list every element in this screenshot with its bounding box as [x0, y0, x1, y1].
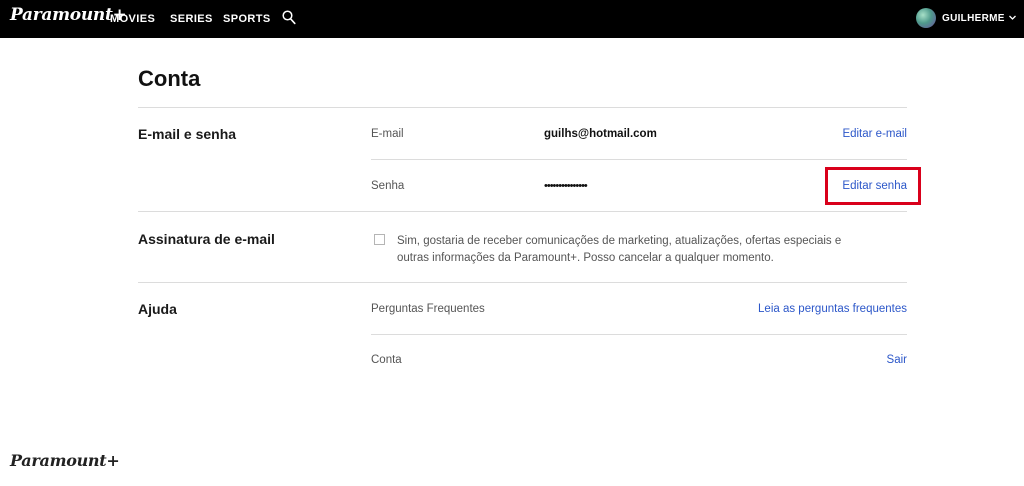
page-title: Conta — [138, 66, 201, 91]
account-label: Conta — [371, 354, 402, 366]
nav-item-movies[interactable]: MOVIES — [110, 13, 155, 25]
nav-item-series[interactable]: SERIES — [170, 13, 213, 25]
avatar[interactable] — [916, 8, 936, 28]
brand-logo[interactable]: Paramount+ — [10, 5, 127, 25]
section-title-email-password: E-mail e senha — [138, 126, 237, 142]
faq-label: Perguntas Frequentes — [371, 303, 485, 315]
divider — [138, 211, 907, 212]
divider — [371, 334, 907, 335]
password-value: ••••••••••••••• — [544, 180, 588, 192]
sign-out-link[interactable]: Sair — [887, 354, 907, 366]
highlight-annotation-box — [825, 167, 921, 205]
marketing-consent-text: Sim, gostaria de receber comunicações de… — [397, 235, 842, 264]
read-faq-link[interactable]: Leia as perguntas frequentes — [758, 303, 907, 315]
divider — [138, 282, 907, 283]
email-label: E-mail — [371, 128, 404, 140]
search-icon[interactable] — [282, 10, 296, 25]
section-title-help: Ajuda — [138, 301, 177, 317]
nav-item-sports[interactable]: SPORTS — [223, 13, 271, 25]
footer-brand-logo: Paramount+ — [10, 451, 120, 470]
marketing-consent-checkbox[interactable] — [374, 234, 385, 245]
divider — [138, 107, 907, 108]
edit-email-link[interactable]: Editar e-mail — [842, 128, 907, 140]
user-name[interactable]: GUILHERME — [942, 13, 1005, 24]
divider — [371, 159, 907, 160]
email-value: guilhs@hotmail.com — [544, 128, 657, 140]
chevron-down-icon[interactable] — [1008, 13, 1017, 22]
section-title-newsletter: Assinatura de e-mail — [138, 231, 275, 247]
top-navigation-bar: Paramount+ MOVIES SERIES SPORTS GUILHERM… — [0, 0, 1024, 38]
password-label: Senha — [371, 180, 405, 192]
